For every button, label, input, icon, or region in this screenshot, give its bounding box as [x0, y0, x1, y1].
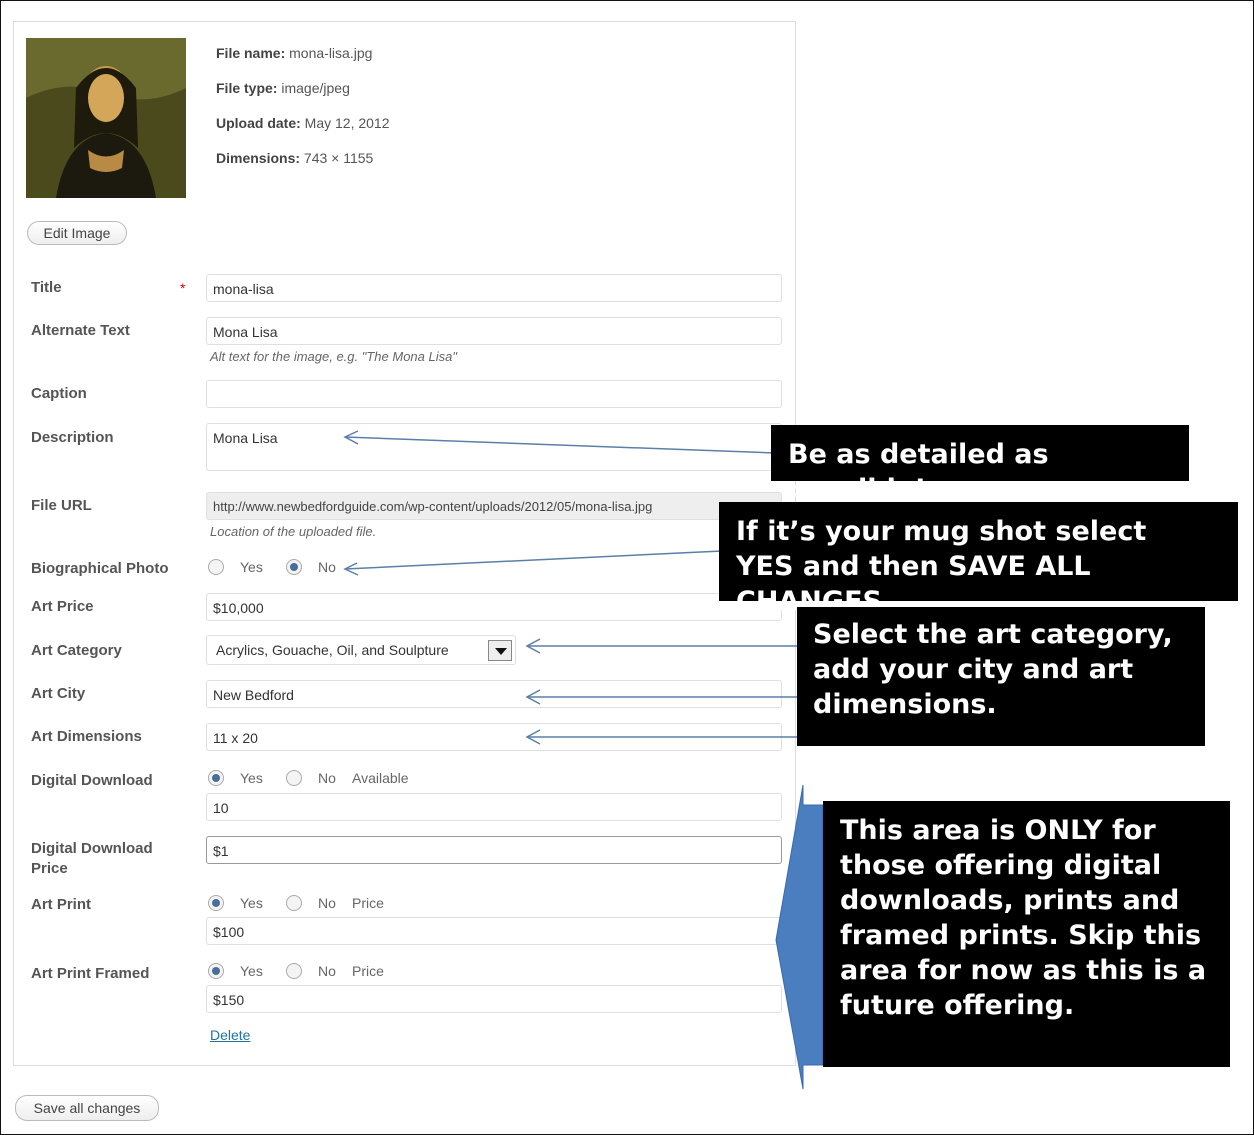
- callout-category-line3: dimensions.: [813, 689, 997, 721]
- callout-category-line1: Select the art category,: [813, 619, 1173, 650]
- big-left-arrow: [775, 784, 824, 1090]
- callout-digital-line5: area for now as this is a: [840, 955, 1207, 987]
- arrow-line-bio: [344, 550, 723, 570]
- callout-digital-line6: future offering.: [840, 990, 1075, 1022]
- callout-digital-line1: This area is ONLY for: [840, 815, 1156, 846]
- callout-digital-line3: downloads, prints and: [840, 885, 1180, 917]
- callout-mugshot-line1: If it’s your mug shot select: [736, 516, 1147, 547]
- callout-digital-line4: framed prints. Skip this: [840, 920, 1202, 952]
- callout-digital-line2: those offering digital: [840, 850, 1162, 882]
- arrow-line-description: [344, 436, 776, 454]
- callout-digital: This area is ONLY for those offering dig…: [823, 801, 1230, 1067]
- callout-category-line2: add your city and art: [813, 654, 1134, 686]
- callout-be-detailed: Be as detailed as possible!: [771, 425, 1189, 505]
- callout-mugshot: If it’s your mug shot select YES and the…: [719, 502, 1238, 617]
- callout-category: Select the art category, add your city a…: [797, 607, 1205, 746]
